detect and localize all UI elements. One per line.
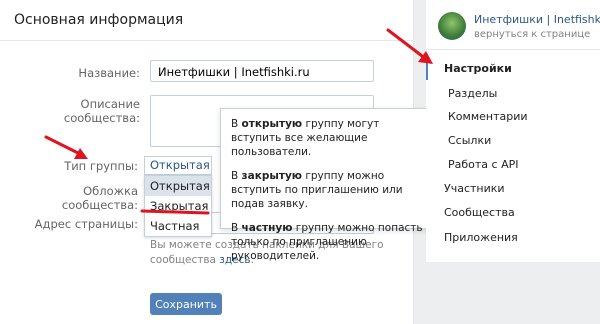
- cover-label: Обложка сообщества:: [61, 184, 138, 212]
- tooltip-open: В открытую группу могут вступить все жел…: [231, 118, 380, 158]
- back-link[interactable]: вернуться к странице: [474, 29, 590, 40]
- option-private[interactable]: Частная: [145, 216, 211, 236]
- sidebar-item-communities[interactable]: Сообщества: [426, 202, 600, 224]
- avatar: [438, 12, 466, 40]
- description-label: Описание сообщества:: [63, 97, 140, 125]
- option-open[interactable]: Открытая: [145, 176, 211, 196]
- name-input[interactable]: Инетфишки | Inetfishki.ru: [150, 60, 374, 82]
- sidebar-item-apps[interactable]: Приложения: [426, 227, 600, 249]
- group-type-dropdown: Открытая Закрытая Частная: [144, 175, 212, 237]
- sidebar: Инетфишки | Inetfishki.ru вернуться к ст…: [426, 0, 600, 262]
- group-type-select[interactable]: Открытая: [144, 156, 212, 175]
- sidebar-item-sections[interactable]: Разделы: [426, 83, 600, 105]
- sidebar-item-members[interactable]: Участники: [426, 178, 600, 200]
- name-label: Название:: [78, 66, 140, 80]
- divider: [0, 40, 414, 41]
- sidebar-item-settings[interactable]: Настройки: [426, 58, 600, 80]
- tooltip-private: В частную группу можно попасть только по…: [231, 222, 423, 262]
- sidebar-header[interactable]: Инетфишки | Inetfishki.ru вернуться к ст…: [426, 0, 600, 50]
- tooltip-closed: В закрытую группу можно вступить по приг…: [231, 170, 403, 210]
- sidebar-item-comments[interactable]: Комментарии: [426, 106, 600, 128]
- page-title: Основная информация: [14, 12, 184, 28]
- option-closed[interactable]: Закрытая: [145, 196, 211, 216]
- address-label: Адрес страницы:: [34, 217, 138, 231]
- sidebar-item-links[interactable]: Ссылки: [426, 130, 600, 152]
- sidebar-item-api[interactable]: Работа с API: [426, 154, 600, 176]
- group-type-label: Тип группы:: [64, 159, 138, 173]
- community-name: Инетфишки | Inetfishki.ru: [474, 13, 600, 26]
- save-button[interactable]: Сохранить: [150, 293, 222, 315]
- group-type-tooltip: В открытую группу могут вступить все жел…: [220, 108, 434, 262]
